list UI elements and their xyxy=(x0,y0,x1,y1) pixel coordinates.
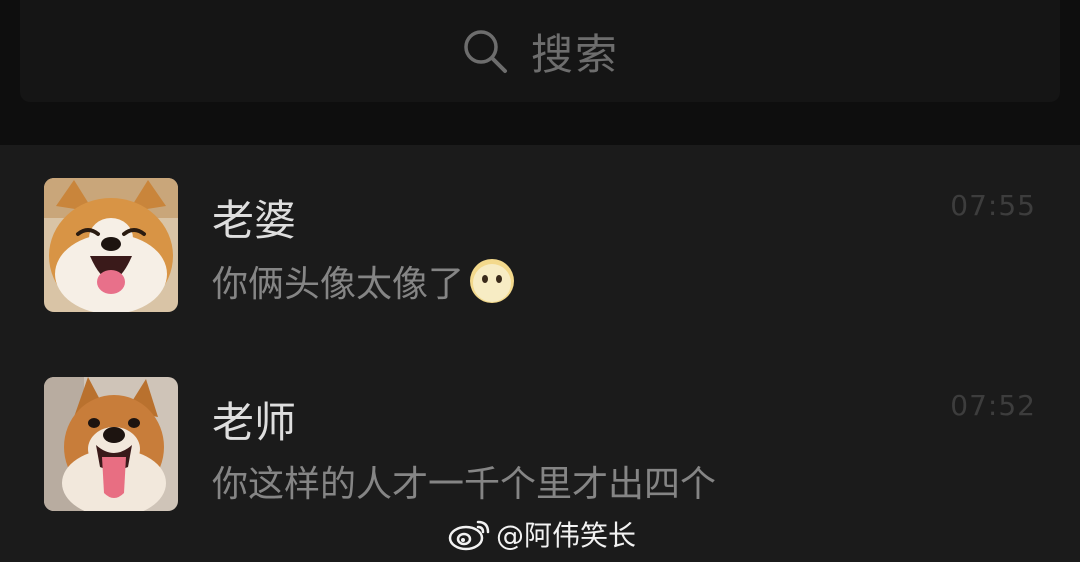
search-label: 搜索 xyxy=(530,29,619,79)
contact-name: 老婆 xyxy=(212,196,297,245)
message-preview: 你俩头像太像了 xyxy=(212,255,516,307)
weibo-logo-icon xyxy=(448,516,492,552)
chat-time: 07:55 xyxy=(950,189,1036,222)
watermark: @阿伟笑长 xyxy=(448,514,636,554)
message-text: 你俩头像太像了 xyxy=(212,264,465,305)
chat-item-teacher[interactable]: 老师 07:52 你这样的人才一千个里才出四个 xyxy=(0,345,1080,525)
contact-name: 老师 xyxy=(212,398,297,447)
chat-list: 老婆 07:55 你俩头像太像了 老师 07:52 你这样的人才一千个里才出四个 xyxy=(0,145,1080,562)
search-bar[interactable]: 搜索 xyxy=(20,0,1060,102)
chat-item-wife[interactable]: 老婆 07:55 你俩头像太像了 xyxy=(0,145,1080,325)
avatar[interactable] xyxy=(44,377,178,511)
search-icon xyxy=(461,27,509,75)
speechless-face-emoji-icon xyxy=(468,257,516,305)
watermark-text: @阿伟笑长 xyxy=(496,519,637,552)
message-text: 你这样的人才一千个里才出四个 xyxy=(212,464,717,505)
search-header: 搜索 xyxy=(0,0,1080,145)
chat-time: 07:52 xyxy=(950,389,1036,422)
message-preview: 你这样的人才一千个里才出四个 xyxy=(212,455,716,507)
avatar[interactable] xyxy=(44,178,178,312)
